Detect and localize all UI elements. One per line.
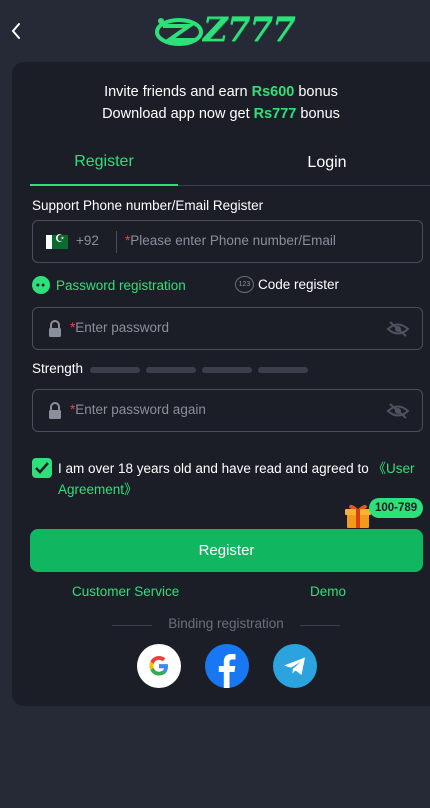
checkmark-icon: [35, 462, 49, 474]
logo-text: Z777: [203, 10, 296, 50]
option-password-registration[interactable]: ●● Password registration: [32, 276, 186, 294]
number-123-icon: 123: [235, 276, 254, 293]
google-login-button[interactable]: [137, 644, 181, 688]
phone-email-field[interactable]: +92 *Please enter Phone number/Email: [32, 220, 423, 263]
back-button[interactable]: [6, 17, 26, 45]
auth-tabs: Register Login: [30, 140, 430, 186]
invite-banner: Invite friends and earn Rs600 bonus Down…: [12, 81, 430, 125]
agree-checkbox[interactable]: [32, 458, 52, 478]
strength-bar: [258, 367, 308, 373]
strength-bar: [202, 367, 252, 373]
password-again-placeholder: Enter password again: [75, 402, 206, 417]
password-dots-icon: ●●: [32, 276, 50, 294]
invite-line-1-prefix: Invite friends and earn: [104, 84, 252, 100]
country-code[interactable]: +92: [76, 233, 99, 248]
registration-options: ●● Password registration 123 Code regist…: [32, 276, 423, 296]
divider: [112, 625, 152, 626]
promo-gift[interactable]: 100-789: [342, 498, 430, 532]
invite-amount-2: Rs777: [253, 106, 297, 122]
gift-icon: [345, 504, 371, 528]
invite-line-1-suffix: bonus: [294, 84, 338, 100]
promo-badge: 100-789: [369, 498, 424, 518]
telegram-login-button[interactable]: [273, 644, 317, 688]
chevron-left-icon: [11, 23, 20, 39]
top-bar: Z777: [0, 0, 430, 62]
password-again-field[interactable]: *Enter password again: [32, 389, 423, 432]
strength-bar: [146, 367, 196, 373]
field-divider: [116, 231, 117, 253]
phone-email-input[interactable]: *Please enter Phone number/Email: [125, 233, 336, 248]
strength-bar: [90, 367, 140, 373]
logo-emblem-icon: [155, 18, 203, 46]
password-placeholder: Enter password: [75, 320, 170, 335]
agreement: I am over 18 years old and have read and…: [32, 456, 423, 498]
invite-line-2-suffix: bonus: [296, 106, 340, 122]
invite-line-2: Download app now get Rs777 bonus: [12, 103, 430, 125]
logo: Z777: [155, 10, 300, 50]
password-strength: Strength: [32, 360, 423, 380]
divider: [300, 625, 340, 626]
password-field[interactable]: *Enter password: [32, 307, 423, 350]
tab-login[interactable]: Login: [262, 140, 392, 186]
password-input[interactable]: *Enter password: [70, 320, 169, 335]
binding-registration: Binding registration: [112, 616, 340, 634]
facebook-icon: [218, 654, 236, 688]
demo-link[interactable]: Demo: [310, 584, 346, 599]
option-password-label: Password registration: [56, 277, 186, 293]
tab-register[interactable]: Register: [30, 140, 178, 186]
invite-line-2-prefix: Download app now get: [102, 106, 254, 122]
agree-text-body: I am over 18 years old and have read and…: [58, 461, 373, 476]
invite-amount-1: Rs600: [251, 84, 295, 100]
password-again-input[interactable]: *Enter password again: [70, 402, 206, 417]
eye-closed-icon[interactable]: [386, 320, 410, 338]
option-code-label: Code register: [258, 277, 340, 292]
lock-icon: [49, 320, 61, 337]
google-icon: [149, 656, 168, 676]
register-button[interactable]: Register: [30, 529, 423, 572]
strength-label: Strength: [32, 361, 84, 376]
customer-service-link[interactable]: Customer Service: [72, 584, 179, 599]
pakistan-flag-icon[interactable]: [46, 232, 68, 249]
footer-links: Customer Service Demo: [12, 584, 430, 604]
facebook-login-button[interactable]: [205, 644, 249, 688]
register-card: Invite friends and earn Rs600 bonus Down…: [12, 62, 430, 706]
binding-label: Binding registration: [168, 616, 284, 631]
lock-icon: [49, 402, 61, 419]
telegram-icon: [284, 657, 305, 675]
eye-closed-icon[interactable]: [386, 402, 410, 420]
support-label: Support Phone number/Email Register: [32, 198, 264, 213]
phone-placeholder: Please enter Phone number/Email: [130, 233, 336, 248]
agree-text: I am over 18 years old and have read and…: [58, 458, 428, 500]
invite-line-1: Invite friends and earn Rs600 bonus: [12, 81, 430, 103]
option-code-register[interactable]: 123 Code register: [235, 276, 339, 293]
